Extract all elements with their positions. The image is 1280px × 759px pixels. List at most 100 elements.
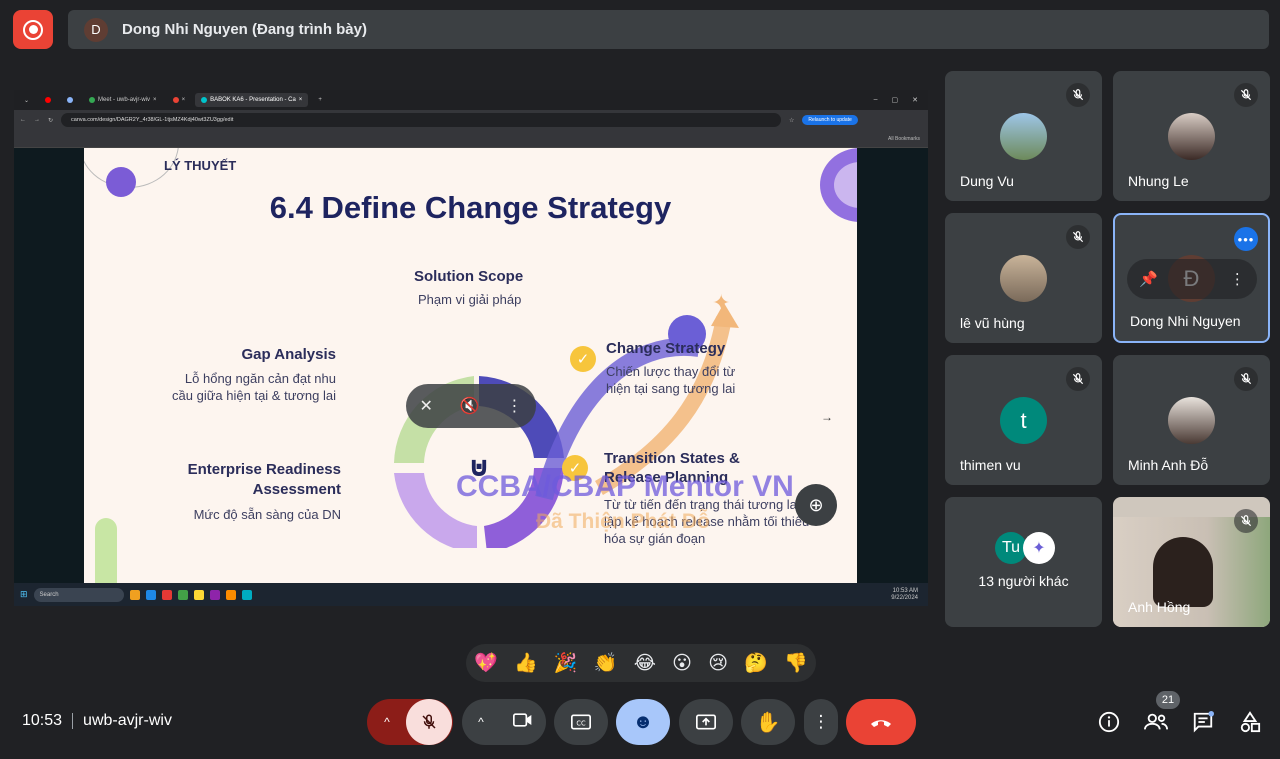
all-bookmarks[interactable]: All Bookmarks bbox=[888, 136, 920, 142]
app-icon[interactable] bbox=[225, 589, 236, 600]
mic-off-icon bbox=[1234, 509, 1258, 533]
participant-tile-video[interactable]: Anh Hồng bbox=[1113, 497, 1270, 627]
bookmarks-bar: All Bookmarks bbox=[14, 130, 928, 148]
emoji-button[interactable]: ☻ bbox=[616, 699, 670, 745]
activities-button[interactable] bbox=[1234, 708, 1266, 736]
check-icon: ✓ bbox=[570, 346, 596, 372]
back-icon[interactable]: ← bbox=[20, 117, 26, 123]
watermark-primary: CCBA/CBAP Mentor VN bbox=[456, 470, 794, 503]
meeting-details-button[interactable] bbox=[1093, 708, 1125, 736]
participant-tile[interactable]: lê vũ hùng bbox=[945, 213, 1102, 343]
participant-tile[interactable]: Dung Vu bbox=[945, 71, 1102, 201]
app-icon[interactable] bbox=[193, 589, 204, 600]
mic-off-icon bbox=[1066, 83, 1090, 107]
participant-name: Dong Nhi Nguyen bbox=[1130, 313, 1241, 329]
readiness-heading-1: Enterprise Readiness bbox=[187, 461, 341, 478]
readiness-heading-2: Assessment bbox=[252, 481, 341, 498]
presenter-label: Dong Nhi Nguyen (Đang trình bày) bbox=[122, 21, 367, 38]
tab-meet[interactable]: Meet - uwb-avjr-wiv × bbox=[83, 93, 163, 107]
avatar bbox=[1168, 397, 1215, 444]
reaction-party[interactable]: 🎉 bbox=[554, 651, 578, 675]
people-button[interactable] bbox=[1140, 708, 1172, 736]
camera-options-chevron-icon[interactable]: ^ bbox=[462, 715, 500, 729]
forward-icon[interactable]: → bbox=[34, 117, 40, 123]
participant-tile-selected[interactable]: ••• Đ 📌 ⋮ Dong Nhi Nguyen bbox=[1113, 213, 1270, 343]
reaction-laugh[interactable]: 😂 bbox=[634, 652, 656, 675]
reaction-thumbs-down[interactable]: 👎 bbox=[784, 651, 808, 675]
star-icon[interactable]: ☆ bbox=[789, 117, 794, 124]
participant-name: Anh Hồng bbox=[1128, 599, 1191, 615]
leave-call-button[interactable] bbox=[846, 699, 916, 745]
recording-indicator-button[interactable] bbox=[13, 10, 53, 49]
windows-taskbar: ⊞ Search 10:53 AM 9/22/2024 bbox=[14, 583, 928, 606]
pin-off-icon[interactable]: ✕ bbox=[419, 396, 432, 416]
canva-editor: LÝ THUYẾT 6.4 Define Change Strategy Sol… bbox=[14, 148, 928, 583]
chat-button[interactable] bbox=[1187, 708, 1219, 736]
more-vert-icon[interactable]: ⋮ bbox=[507, 396, 523, 416]
smile-icon: ☻ bbox=[632, 710, 654, 733]
tab-gemini[interactable] bbox=[61, 93, 79, 107]
app-icon[interactable] bbox=[161, 589, 172, 600]
raise-hand-button[interactable]: ✋ bbox=[741, 699, 795, 745]
shared-screen: ⌄ Meet - uwb-avjr-wiv × × BABOK KA6 - Pr… bbox=[14, 90, 928, 606]
chat-icon bbox=[1193, 711, 1214, 733]
gap-analysis-heading: Gap Analysis bbox=[241, 346, 336, 363]
tab-canva[interactable]: BABOK KA6 - Presentation - Ca × bbox=[195, 93, 309, 107]
app-icon[interactable] bbox=[145, 589, 156, 600]
participant-tile[interactable]: Nhung Le bbox=[1113, 71, 1270, 201]
captions-button[interactable]: CC bbox=[554, 699, 608, 745]
reaction-clap[interactable]: 👏 bbox=[594, 651, 618, 675]
activities-icon bbox=[1240, 711, 1261, 733]
reaction-heart[interactable]: 💖 bbox=[474, 651, 498, 675]
change-strategy-desc-2: hiện tại sang tương lai bbox=[606, 381, 736, 396]
avatar bbox=[1168, 113, 1215, 160]
camera-button[interactable] bbox=[500, 712, 546, 733]
participant-tile[interactable]: t thimen vu bbox=[945, 355, 1102, 485]
participant-tile[interactable]: Minh Anh Đỗ bbox=[1113, 355, 1270, 485]
pin-icon[interactable]: 📌 bbox=[1139, 270, 1158, 288]
gap-analysis-desc-2: cầu giữa hiện tại & tương lai bbox=[172, 388, 336, 403]
tab-youtube[interactable] bbox=[39, 93, 57, 107]
more-options-button[interactable]: ⋮ bbox=[804, 699, 838, 745]
url-input[interactable]: canva.com/design/DAGR2Y_4r38/GL-1tjsMZ4K… bbox=[61, 113, 782, 127]
clock: 10:53 bbox=[22, 712, 63, 729]
participant-name: lê vũ hùng bbox=[960, 315, 1025, 331]
present-button[interactable] bbox=[679, 699, 733, 745]
decor-bar bbox=[95, 518, 117, 583]
mic-off-icon bbox=[422, 714, 436, 729]
more-vert-icon[interactable]: ⋮ bbox=[1230, 270, 1245, 288]
reaction-thumbs-up[interactable]: 👍 bbox=[514, 651, 538, 675]
transition-heading-1: Transition States & bbox=[604, 450, 740, 467]
gap-analysis-desc-1: Lỗ hổng ngăn cản đạt nhu bbox=[184, 371, 336, 386]
volume-off-icon[interactable]: 🔇 bbox=[460, 396, 480, 416]
app-icon[interactable] bbox=[177, 589, 188, 600]
taskbar-search[interactable]: Search bbox=[33, 587, 124, 602]
mic-off-icon bbox=[1066, 225, 1090, 249]
tab-other[interactable]: × bbox=[167, 93, 192, 107]
tab-menu[interactable]: ⌄ bbox=[18, 93, 35, 107]
relaunch-button[interactable]: Relaunch to update bbox=[802, 115, 858, 125]
reaction-sad[interactable]: 😢 bbox=[708, 652, 728, 675]
app-icon[interactable] bbox=[241, 589, 252, 600]
taskbar-clock: 10:53 AM 9/22/2024 bbox=[891, 587, 918, 601]
app-icon[interactable] bbox=[209, 589, 220, 600]
zoom-in-button[interactable]: ⊕ bbox=[795, 484, 837, 526]
reload-icon[interactable]: ↻ bbox=[48, 117, 53, 124]
more-options-button[interactable]: ••• bbox=[1234, 227, 1258, 251]
mic-off-button[interactable] bbox=[406, 699, 452, 745]
reaction-thinking[interactable]: 🤔 bbox=[744, 651, 768, 675]
tile-hover-controls: 📌 ⋮ bbox=[1127, 259, 1257, 299]
reaction-surprised[interactable]: 😮 bbox=[672, 652, 692, 675]
mic-options-chevron-icon[interactable]: ^ bbox=[368, 715, 406, 729]
avatar bbox=[1000, 113, 1047, 160]
present-screen-icon bbox=[696, 714, 716, 730]
avatar: t bbox=[1000, 397, 1047, 444]
app-icon[interactable] bbox=[129, 589, 140, 600]
windows-start-icon[interactable]: ⊞ bbox=[20, 589, 28, 600]
info-icon bbox=[1098, 711, 1120, 733]
readiness-desc: Mức độ sẵn sàng của DN bbox=[193, 507, 341, 522]
others-tile[interactable]: Tu ✦ 13 người khác bbox=[945, 497, 1102, 627]
new-tab-button[interactable]: + bbox=[312, 93, 328, 107]
participant-name: thimen vu bbox=[960, 457, 1021, 473]
participant-name: Nhung Le bbox=[1128, 173, 1189, 189]
